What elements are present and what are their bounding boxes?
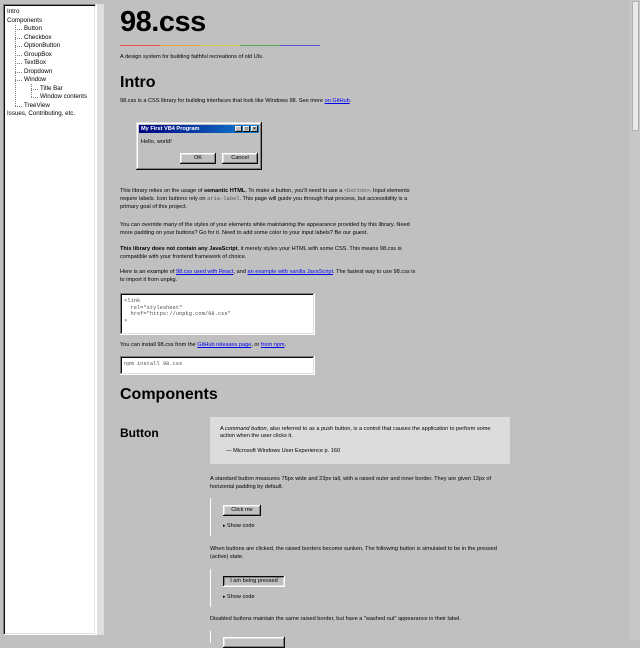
- tree-connector: [15, 63, 22, 64]
- github-releases-link[interactable]: GitHub releases page: [197, 342, 251, 348]
- p2-b: . To make a button, you'll need to use a: [245, 188, 344, 194]
- tree-connector: [15, 29, 22, 30]
- page-scrollbar[interactable]: [630, 0, 640, 640]
- p6-a: You can install 98.css from the: [120, 342, 198, 348]
- components-heading: Components: [120, 386, 218, 403]
- button-paragraph-2: When buttons are clicked, the raised bor…: [210, 546, 497, 560]
- disabled-button-preview: [223, 637, 285, 648]
- p4-bold: This library does not contain any JavaSc…: [120, 246, 238, 252]
- sidebar-item-window-contents[interactable]: Window contents: [40, 93, 87, 101]
- tagline: A design system for building faithful re…: [120, 54, 264, 60]
- intro-paragraph-6: You can install 98.css from the GitHub r…: [120, 341, 420, 349]
- button-example-3: [210, 631, 480, 648]
- sidebar-item-optionbutton[interactable]: OptionButton: [24, 42, 60, 50]
- react-example-link[interactable]: 98.css used with React: [176, 269, 234, 275]
- pressed-button[interactable]: I am being pressed: [223, 576, 285, 587]
- quote-em: command button: [224, 426, 267, 432]
- close-icon[interactable]: ×: [251, 126, 258, 132]
- sidebar-divider: [96, 4, 104, 635]
- sidebar-tree-view: Intro Components Button Checkbox OptionButto…: [3, 4, 96, 635]
- intro-p1-end: .: [349, 98, 352, 104]
- p5-a: Here is an example of: [120, 269, 176, 275]
- intro-paragraph-1: 98.css is a CSS library for building int…: [120, 97, 420, 105]
- window-title-bar: My First VB4 Program _ □ ×: [139, 125, 259, 133]
- minimize-icon[interactable]: _: [235, 126, 242, 132]
- intro-paragraph-4: This library does not contain any JavaSc…: [120, 245, 420, 261]
- github-link[interactable]: on GitHub: [325, 98, 350, 104]
- tree-connector: [15, 71, 22, 73]
- p6-b: , or: [251, 342, 261, 348]
- show-code-toggle-1[interactable]: Show code: [223, 523, 255, 529]
- sidebar-item-window[interactable]: Window: [24, 76, 46, 84]
- intro-paragraph-2: This library relies on the usage of sema…: [120, 187, 420, 211]
- maximize-icon[interactable]: □: [243, 126, 250, 132]
- vanilla-js-example-link[interactable]: an example with vanilla JavaScript: [248, 269, 334, 275]
- sidebar-item-groupbox[interactable]: GroupBox: [24, 51, 52, 59]
- window-title: My First VB4 Program: [141, 126, 200, 132]
- page-title: 98.css: [120, 6, 206, 38]
- scrollbar-thumb[interactable]: [632, 1, 639, 131]
- example-window: My First VB4 Program _ □ × Hello, world!…: [136, 122, 262, 170]
- sidebar-item-intro[interactable]: Intro: [7, 8, 19, 16]
- tree-connector: [15, 54, 22, 56]
- tree-connector: [31, 88, 38, 90]
- intro-paragraph-3: You can override many of the styles of y…: [120, 222, 410, 236]
- click-me-button[interactable]: Click me: [223, 505, 261, 516]
- tree-guide-line: [31, 84, 32, 97]
- show-code-toggle-2[interactable]: Show code: [223, 594, 255, 600]
- p5-b: , and: [233, 269, 248, 275]
- button-example-2: I am being pressed Show code: [210, 569, 480, 607]
- tree-connector: [15, 46, 22, 47]
- intro-paragraph-5: Here is an example of 98.css used with R…: [120, 268, 420, 284]
- title-underline: [120, 45, 320, 46]
- cancel-button[interactable]: Cancel: [222, 153, 258, 164]
- sidebar-item-checkbox[interactable]: Checkbox: [24, 34, 52, 42]
- button-paragraph-3: Disabled buttons maintain the same raise…: [210, 616, 461, 622]
- code-block-npm: npm install 98.css: [120, 356, 315, 375]
- code-block-link-tag: <link rel="stylesheet" href="https://unp…: [120, 293, 315, 335]
- tree-connector: [15, 80, 22, 81]
- p2-bold: semantic HTML: [203, 188, 246, 194]
- sidebar-item-treeview[interactable]: TreeView: [24, 102, 50, 110]
- sidebar-item-issues-contributing-etc[interactable]: Issues, Contributing, etc.: [7, 110, 75, 118]
- p6-c: .: [284, 342, 287, 348]
- intro-p1-text: 98.css is a CSS library for building int…: [120, 98, 325, 104]
- p2-a: This library relies on the usage of: [120, 188, 204, 194]
- sidebar-item-button[interactable]: Button: [24, 25, 42, 33]
- ok-button[interactable]: OK: [180, 153, 216, 164]
- button-heading: Button: [120, 426, 159, 440]
- npm-link[interactable]: from npm: [261, 342, 285, 348]
- tree-connector: [15, 37, 22, 39]
- button-paragraph-1: A standard button measures 75px wide and…: [210, 476, 492, 490]
- p2-code-aria: aria-label: [207, 196, 240, 202]
- button-quote: A command button, also referred to as a …: [210, 417, 510, 464]
- main-content: 98.css A design system for building fait…: [120, 0, 620, 648]
- tree-connector: [31, 97, 38, 98]
- button-example-1: Click me Show code: [210, 498, 480, 536]
- quote-citation: — Microsoft Windows User Experience p. 1…: [226, 448, 341, 454]
- tree-connector: [15, 105, 22, 107]
- sidebar-item-components[interactable]: Components: [7, 17, 42, 25]
- tree-guide-line: [15, 24, 16, 106]
- sidebar-item-title-bar[interactable]: Title Bar: [40, 85, 63, 93]
- p2-code-button: <button>: [343, 188, 370, 194]
- sidebar-item-textbox[interactable]: TextBox: [24, 59, 46, 67]
- window-body-text: Hello, world!: [141, 139, 172, 145]
- sidebar-item-dropdown[interactable]: Dropdown: [24, 68, 52, 76]
- intro-heading: Intro: [120, 74, 156, 91]
